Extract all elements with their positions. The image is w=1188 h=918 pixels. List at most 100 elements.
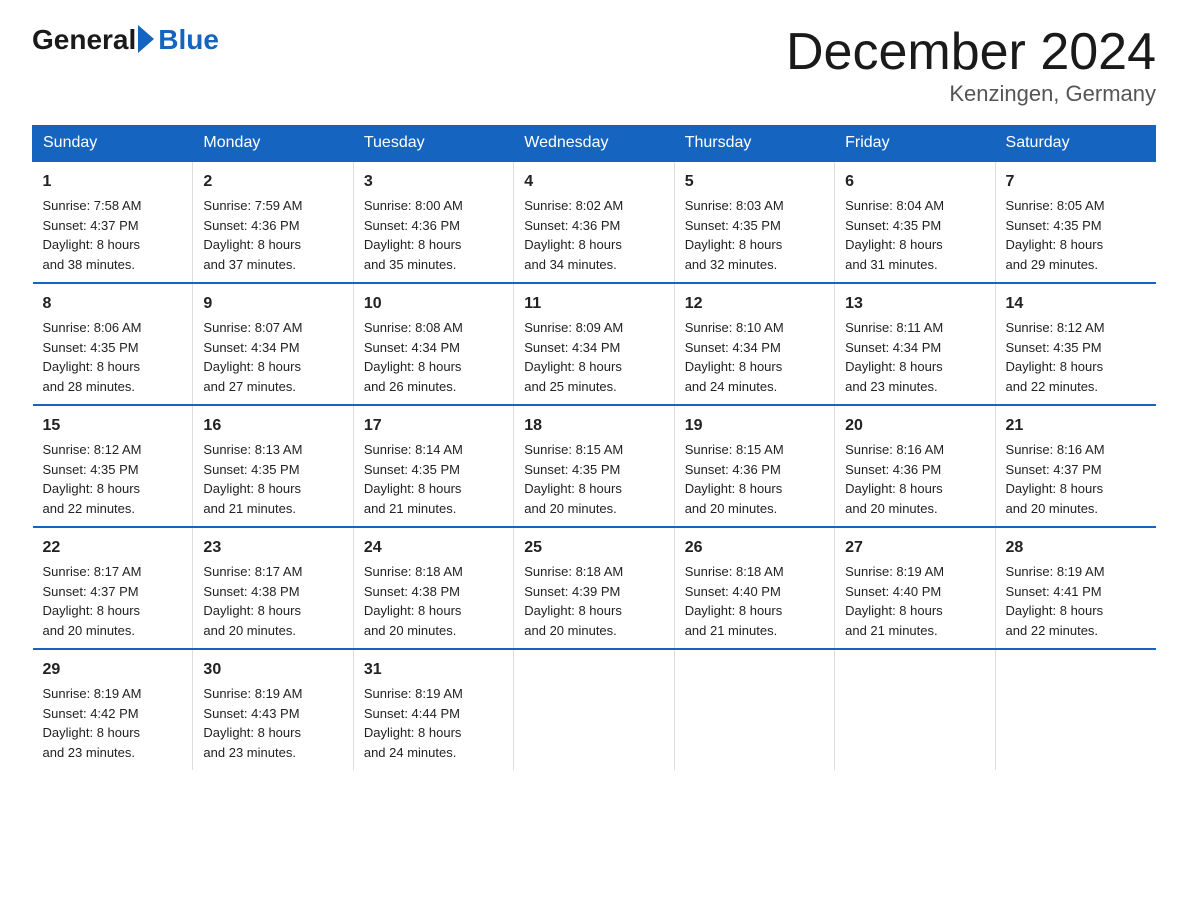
calendar-cell: 28Sunrise: 8:19 AMSunset: 4:41 PMDayligh…	[995, 527, 1155, 649]
day-number: 22	[43, 536, 183, 560]
day-number: 31	[364, 658, 503, 682]
calendar-cell: 11 Sunrise: 8:09 AMSunset: 4:34 PMDayligh…	[514, 283, 674, 405]
day-info: Sunrise: 8:08 AMSunset: 4:34 PMDaylight:…	[364, 320, 463, 394]
calendar-week-row: 15 Sunrise: 8:12 AMSunset: 4:35 PMDayligh…	[33, 405, 1156, 527]
calendar-cell: 9 Sunrise: 8:07 AMSunset: 4:34 PMDaylight…	[193, 283, 353, 405]
day-number: 17	[364, 414, 503, 438]
calendar-cell: 4 Sunrise: 8:02 AMSunset: 4:36 PMDaylight…	[514, 161, 674, 283]
day-number: 3	[364, 170, 503, 194]
logo-triangle-icon	[138, 25, 154, 53]
day-info: Sunrise: 8:12 AMSunset: 4:35 PMDaylight:…	[1006, 320, 1105, 394]
day-info: Sunrise: 8:17 AMSunset: 4:38 PMDaylight:…	[203, 564, 302, 638]
calendar-cell: 13 Sunrise: 8:11 AMSunset: 4:34 PMDayligh…	[835, 283, 995, 405]
day-info: Sunrise: 8:02 AMSunset: 4:36 PMDaylight:…	[524, 198, 623, 272]
calendar-header-row: SundayMondayTuesdayWednesdayThursdayFrid…	[33, 126, 1156, 162]
day-number: 25	[524, 536, 663, 560]
calendar-cell: 16 Sunrise: 8:13 AMSunset: 4:35 PMDayligh…	[193, 405, 353, 527]
day-info: Sunrise: 8:18 AMSunset: 4:39 PMDaylight:…	[524, 564, 623, 638]
day-info: Sunrise: 8:15 AMSunset: 4:35 PMDaylight:…	[524, 442, 623, 516]
day-number: 6	[845, 170, 984, 194]
calendar-title: December 2024	[786, 24, 1156, 81]
calendar-header-tuesday: Tuesday	[353, 126, 513, 162]
day-info: Sunrise: 8:14 AMSunset: 4:35 PMDaylight:…	[364, 442, 463, 516]
calendar-cell: 17 Sunrise: 8:14 AMSunset: 4:35 PMDayligh…	[353, 405, 513, 527]
day-number: 21	[1006, 414, 1146, 438]
calendar-body: 1 Sunrise: 7:58 AMSunset: 4:37 PMDaylight…	[33, 161, 1156, 770]
day-number: 1	[43, 170, 183, 194]
calendar-cell: 29 Sunrise: 8:19 AMSunset: 4:42 PMDayligh…	[33, 649, 193, 770]
calendar-cell: 12Sunrise: 8:10 AMSunset: 4:34 PMDayligh…	[674, 283, 834, 405]
calendar-week-row: 8Sunrise: 8:06 AMSunset: 4:35 PMDaylight…	[33, 283, 1156, 405]
day-info: Sunrise: 8:19 AMSunset: 4:41 PMDaylight:…	[1006, 564, 1105, 638]
calendar-cell: 6 Sunrise: 8:04 AMSunset: 4:35 PMDaylight…	[835, 161, 995, 283]
calendar-cell: 31 Sunrise: 8:19 AMSunset: 4:44 PMDayligh…	[353, 649, 513, 770]
day-info: Sunrise: 8:13 AMSunset: 4:35 PMDaylight:…	[203, 442, 302, 516]
logo-blue-text: Blue	[158, 24, 219, 56]
calendar-subtitle: Kenzingen, Germany	[786, 81, 1156, 107]
calendar-cell: 30 Sunrise: 8:19 AMSunset: 4:43 PMDayligh…	[193, 649, 353, 770]
day-number: 13	[845, 292, 984, 316]
day-info: Sunrise: 8:16 AMSunset: 4:37 PMDaylight:…	[1006, 442, 1105, 516]
calendar-header-thursday: Thursday	[674, 126, 834, 162]
calendar-cell: 8Sunrise: 8:06 AMSunset: 4:35 PMDaylight…	[33, 283, 193, 405]
day-info: Sunrise: 8:10 AMSunset: 4:34 PMDaylight:…	[685, 320, 784, 394]
day-info: Sunrise: 8:07 AMSunset: 4:34 PMDaylight:…	[203, 320, 302, 394]
day-info: Sunrise: 8:00 AMSunset: 4:36 PMDaylight:…	[364, 198, 463, 272]
calendar-cell: 10Sunrise: 8:08 AMSunset: 4:34 PMDayligh…	[353, 283, 513, 405]
day-info: Sunrise: 7:58 AMSunset: 4:37 PMDaylight:…	[43, 198, 142, 272]
day-number: 29	[43, 658, 183, 682]
calendar-cell: 19Sunrise: 8:15 AMSunset: 4:36 PMDayligh…	[674, 405, 834, 527]
calendar-table: SundayMondayTuesdayWednesdayThursdayFrid…	[32, 125, 1156, 770]
calendar-cell	[995, 649, 1155, 770]
day-info: Sunrise: 8:12 AMSunset: 4:35 PMDaylight:…	[43, 442, 142, 516]
day-info: Sunrise: 8:04 AMSunset: 4:35 PMDaylight:…	[845, 198, 944, 272]
calendar-week-row: 1 Sunrise: 7:58 AMSunset: 4:37 PMDaylight…	[33, 161, 1156, 283]
calendar-cell: 21 Sunrise: 8:16 AMSunset: 4:37 PMDayligh…	[995, 405, 1155, 527]
day-number: 11	[524, 292, 663, 316]
day-info: Sunrise: 8:06 AMSunset: 4:35 PMDaylight:…	[43, 320, 142, 394]
page-header: General Blue December 2024 Kenzingen, Ge…	[32, 24, 1156, 107]
day-info: Sunrise: 8:19 AMSunset: 4:42 PMDaylight:…	[43, 686, 142, 760]
day-info: Sunrise: 8:16 AMSunset: 4:36 PMDaylight:…	[845, 442, 944, 516]
calendar-cell	[835, 649, 995, 770]
calendar-cell	[514, 649, 674, 770]
calendar-cell: 15 Sunrise: 8:12 AMSunset: 4:35 PMDayligh…	[33, 405, 193, 527]
day-info: Sunrise: 8:19 AMSunset: 4:40 PMDaylight:…	[845, 564, 944, 638]
day-number: 19	[685, 414, 824, 438]
logo-general-text: General	[32, 24, 136, 56]
calendar-header-sunday: Sunday	[33, 126, 193, 162]
calendar-header-wednesday: Wednesday	[514, 126, 674, 162]
day-info: Sunrise: 8:18 AMSunset: 4:38 PMDaylight:…	[364, 564, 463, 638]
day-number: 2	[203, 170, 342, 194]
calendar-cell: 26Sunrise: 8:18 AMSunset: 4:40 PMDayligh…	[674, 527, 834, 649]
day-info: Sunrise: 8:09 AMSunset: 4:34 PMDaylight:…	[524, 320, 623, 394]
calendar-cell: 14 Sunrise: 8:12 AMSunset: 4:35 PMDayligh…	[995, 283, 1155, 405]
title-block: December 2024 Kenzingen, Germany	[786, 24, 1156, 107]
calendar-cell: 2 Sunrise: 7:59 AMSunset: 4:36 PMDaylight…	[193, 161, 353, 283]
calendar-header-friday: Friday	[835, 126, 995, 162]
day-number: 16	[203, 414, 342, 438]
day-info: Sunrise: 8:19 AMSunset: 4:44 PMDaylight:…	[364, 686, 463, 760]
calendar-cell: 18 Sunrise: 8:15 AMSunset: 4:35 PMDayligh…	[514, 405, 674, 527]
day-number: 26	[685, 536, 824, 560]
calendar-cell: 25 Sunrise: 8:18 AMSunset: 4:39 PMDayligh…	[514, 527, 674, 649]
day-number: 4	[524, 170, 663, 194]
day-info: Sunrise: 8:19 AMSunset: 4:43 PMDaylight:…	[203, 686, 302, 760]
day-info: Sunrise: 8:03 AMSunset: 4:35 PMDaylight:…	[685, 198, 784, 272]
calendar-header-monday: Monday	[193, 126, 353, 162]
calendar-week-row: 22 Sunrise: 8:17 AMSunset: 4:37 PMDayligh…	[33, 527, 1156, 649]
day-number: 14	[1006, 292, 1146, 316]
calendar-cell: 24Sunrise: 8:18 AMSunset: 4:38 PMDayligh…	[353, 527, 513, 649]
day-number: 30	[203, 658, 342, 682]
calendar-cell: 1 Sunrise: 7:58 AMSunset: 4:37 PMDaylight…	[33, 161, 193, 283]
day-number: 9	[203, 292, 342, 316]
calendar-cell: 22 Sunrise: 8:17 AMSunset: 4:37 PMDayligh…	[33, 527, 193, 649]
day-number: 5	[685, 170, 824, 194]
day-number: 23	[203, 536, 342, 560]
day-info: Sunrise: 7:59 AMSunset: 4:36 PMDaylight:…	[203, 198, 302, 272]
day-info: Sunrise: 8:11 AMSunset: 4:34 PMDaylight:…	[845, 320, 943, 394]
day-info: Sunrise: 8:17 AMSunset: 4:37 PMDaylight:…	[43, 564, 142, 638]
day-number: 18	[524, 414, 663, 438]
day-number: 15	[43, 414, 183, 438]
calendar-header-saturday: Saturday	[995, 126, 1155, 162]
